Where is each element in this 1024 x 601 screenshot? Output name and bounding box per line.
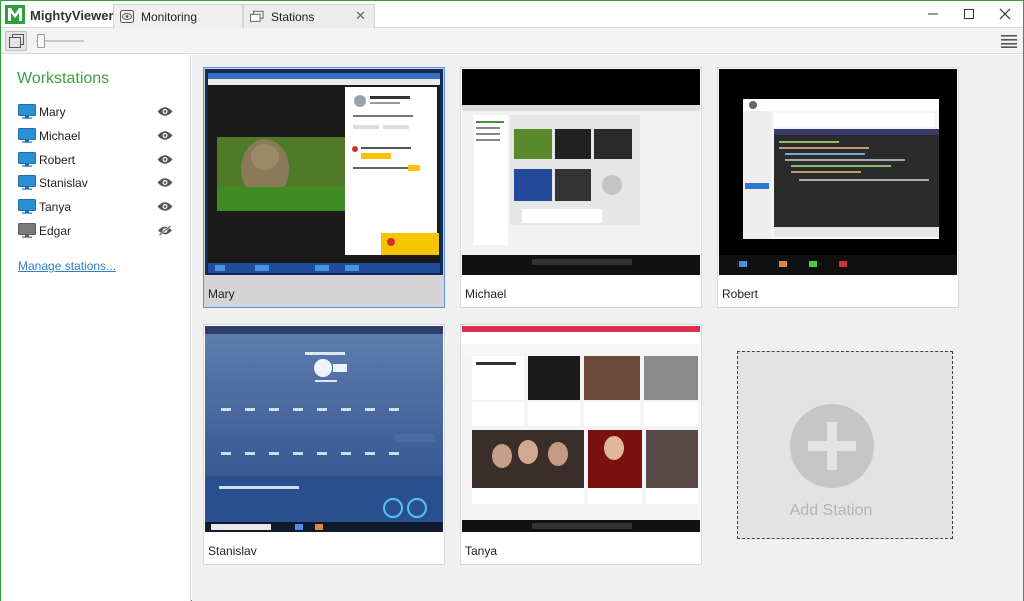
station-screen-preview: [205, 69, 443, 275]
sidebar-item-stanislav[interactable]: Stanislav: [17, 172, 177, 196]
station-screenshot: [462, 326, 700, 532]
sidebar-item-label: Edgar: [39, 223, 72, 238]
manage-stations-link[interactable]: Manage stations...: [18, 259, 116, 273]
station-card-tanya[interactable]: Tanya: [460, 324, 702, 565]
sidebar-item-tanya[interactable]: Tanya: [17, 196, 177, 220]
zoom-slider[interactable]: [36, 32, 84, 50]
stations-grid: Mary Michael Robert Stanislav Tanya Add …: [192, 55, 1023, 601]
station-card-label: Tanya: [465, 544, 498, 558]
monitor-icon: [18, 199, 36, 214]
eye-icon: [120, 10, 134, 23]
station-card-mary[interactable]: Mary: [203, 67, 445, 308]
station-screen-preview: [462, 326, 700, 532]
mightyviewer-logo-icon: [5, 5, 25, 24]
monitor-icon: [18, 127, 36, 143]
monitor-icon: [18, 151, 36, 167]
sidebar-item-label: Mary: [39, 105, 66, 119]
eye-icon[interactable]: [157, 154, 173, 165]
station-screen-preview: [205, 326, 443, 532]
monitor-icon: [18, 104, 36, 119]
toolbar: [1, 28, 1023, 54]
eye-icon[interactable]: [157, 130, 173, 141]
sidebar-item-mary[interactable]: Mary: [17, 101, 177, 125]
stations-icon: [250, 10, 264, 22]
title-bar: MightyViewer Monitoring Stations ✕: [1, 1, 1023, 28]
tab-stations[interactable]: Stations ✕: [243, 4, 375, 28]
sidebar-item-michael[interactable]: Michael: [17, 125, 177, 149]
add-station-button[interactable]: Add Station: [737, 351, 953, 539]
close-icon[interactable]: [995, 5, 1015, 23]
station-screenshot: [719, 69, 957, 275]
tab-monitoring-label: Monitoring: [141, 10, 198, 24]
hamburger-menu-icon[interactable]: [1001, 34, 1017, 48]
station-card-label: Mary: [208, 287, 235, 301]
monitor-icon: [18, 175, 36, 191]
app-window: MightyViewer Monitoring Stations ✕ Works…: [0, 0, 1024, 601]
app-title: MightyViewer: [30, 8, 114, 23]
add-plus-icon: [790, 404, 874, 488]
station-card-stanislav[interactable]: Stanislav: [203, 324, 445, 565]
station-screen-preview: [462, 69, 700, 275]
sidebar-item-label: Tanya: [39, 200, 72, 215]
sidebar-item-robert[interactable]: Robert: [17, 149, 177, 173]
sidebar-item-edgar[interactable]: Edgar: [17, 220, 177, 244]
eye-icon[interactable]: [157, 201, 173, 212]
sidebar: Workstations Mary Michael Robert Stanisl…: [1, 55, 191, 601]
zoom-slider-thumb[interactable]: [37, 34, 45, 48]
station-screenshot: [462, 69, 700, 275]
view-mode-button[interactable]: [5, 31, 27, 51]
station-card-michael[interactable]: Michael: [460, 67, 702, 308]
add-station-label: Add Station: [789, 502, 873, 519]
sidebar-item-label: Robert: [39, 152, 76, 167]
station-screenshot: [205, 326, 443, 532]
station-screen-preview: [719, 69, 957, 275]
tab-monitoring[interactable]: Monitoring: [113, 4, 243, 28]
eye-off-icon[interactable]: [157, 225, 173, 236]
eye-icon[interactable]: [157, 106, 173, 117]
workstations-title: Workstations: [17, 70, 110, 87]
sidebar-item-label: Stanislav: [39, 176, 88, 191]
workstations-list: Mary Michael Robert Stanislav Tanya Edga…: [17, 101, 177, 244]
station-card-label: Stanislav: [208, 544, 257, 558]
station-screenshot: [205, 69, 443, 275]
maximize-icon[interactable]: [959, 5, 979, 23]
eye-icon[interactable]: [157, 177, 173, 188]
minimize-icon[interactable]: [923, 5, 943, 23]
view-mode-icon: [9, 34, 24, 48]
tab-stations-label: Stations: [271, 10, 315, 24]
station-card-robert[interactable]: Robert: [717, 67, 959, 308]
monitor-icon: [18, 222, 36, 238]
sidebar-item-label: Michael: [39, 128, 81, 143]
station-card-label: Robert: [722, 287, 759, 301]
station-card-label: Michael: [465, 287, 507, 301]
tab-close-icon[interactable]: ✕: [355, 8, 366, 24]
